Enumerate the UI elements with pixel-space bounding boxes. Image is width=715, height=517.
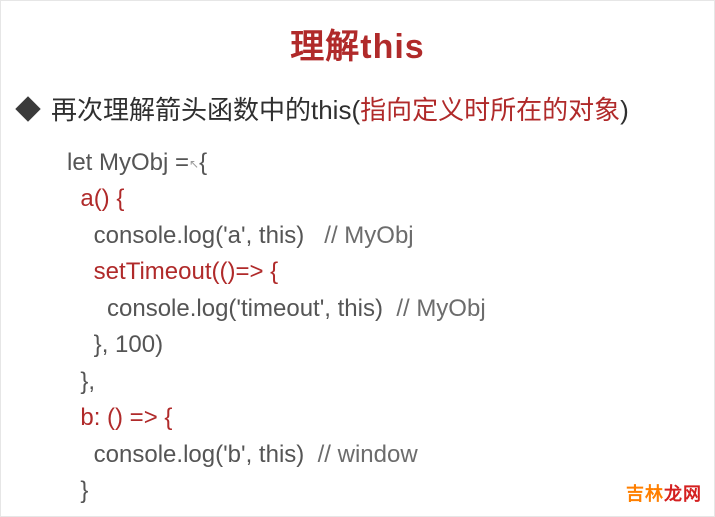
watermark: 吉林龙网: [626, 480, 702, 506]
watermark-part2: 龙网: [664, 484, 702, 504]
slide-container: 理解this 再次理解箭头函数中的this(指向定义时所在的对象) let My…: [0, 0, 715, 517]
code-line-9b: // window: [318, 441, 418, 468]
code-block: let MyObj =↖{ a() { console.log('a', thi…: [67, 145, 714, 517]
code-line-2: a() {: [80, 185, 124, 212]
cursor-icon: ↖: [189, 155, 199, 173]
bullet-prefix: 再次理解箭头函数中的this(: [51, 95, 360, 125]
code-line-9a: console.log('b', this): [94, 441, 318, 468]
bullet-row: 再次理解箭头函数中的this(指向定义时所在的对象): [19, 90, 714, 127]
code-line-5a: console.log('timeout', this): [107, 295, 396, 322]
code-line-5b: // MyObj: [396, 295, 485, 322]
watermark-part1: 吉林: [626, 484, 664, 504]
code-line-3a: console.log('a', this): [94, 222, 325, 249]
bullet-highlight: 指向定义时所在的对象: [360, 95, 620, 125]
code-line-7: },: [80, 368, 95, 395]
code-line-6: }, 100): [94, 331, 163, 358]
code-line-1a: let MyObj =: [67, 149, 189, 176]
code-line-4: setTimeout(()=> {: [94, 258, 279, 285]
bullet-suffix: ): [620, 95, 629, 125]
code-line-3b: // MyObj: [324, 222, 413, 249]
code-line-1b: {: [199, 149, 207, 176]
slide-title: 理解this: [1, 19, 714, 68]
code-line-8: b: () => {: [80, 404, 172, 431]
diamond-bullet-icon: [15, 96, 40, 121]
code-line-10: }: [80, 477, 88, 504]
bullet-text: 再次理解箭头函数中的this(指向定义时所在的对象): [51, 90, 629, 127]
